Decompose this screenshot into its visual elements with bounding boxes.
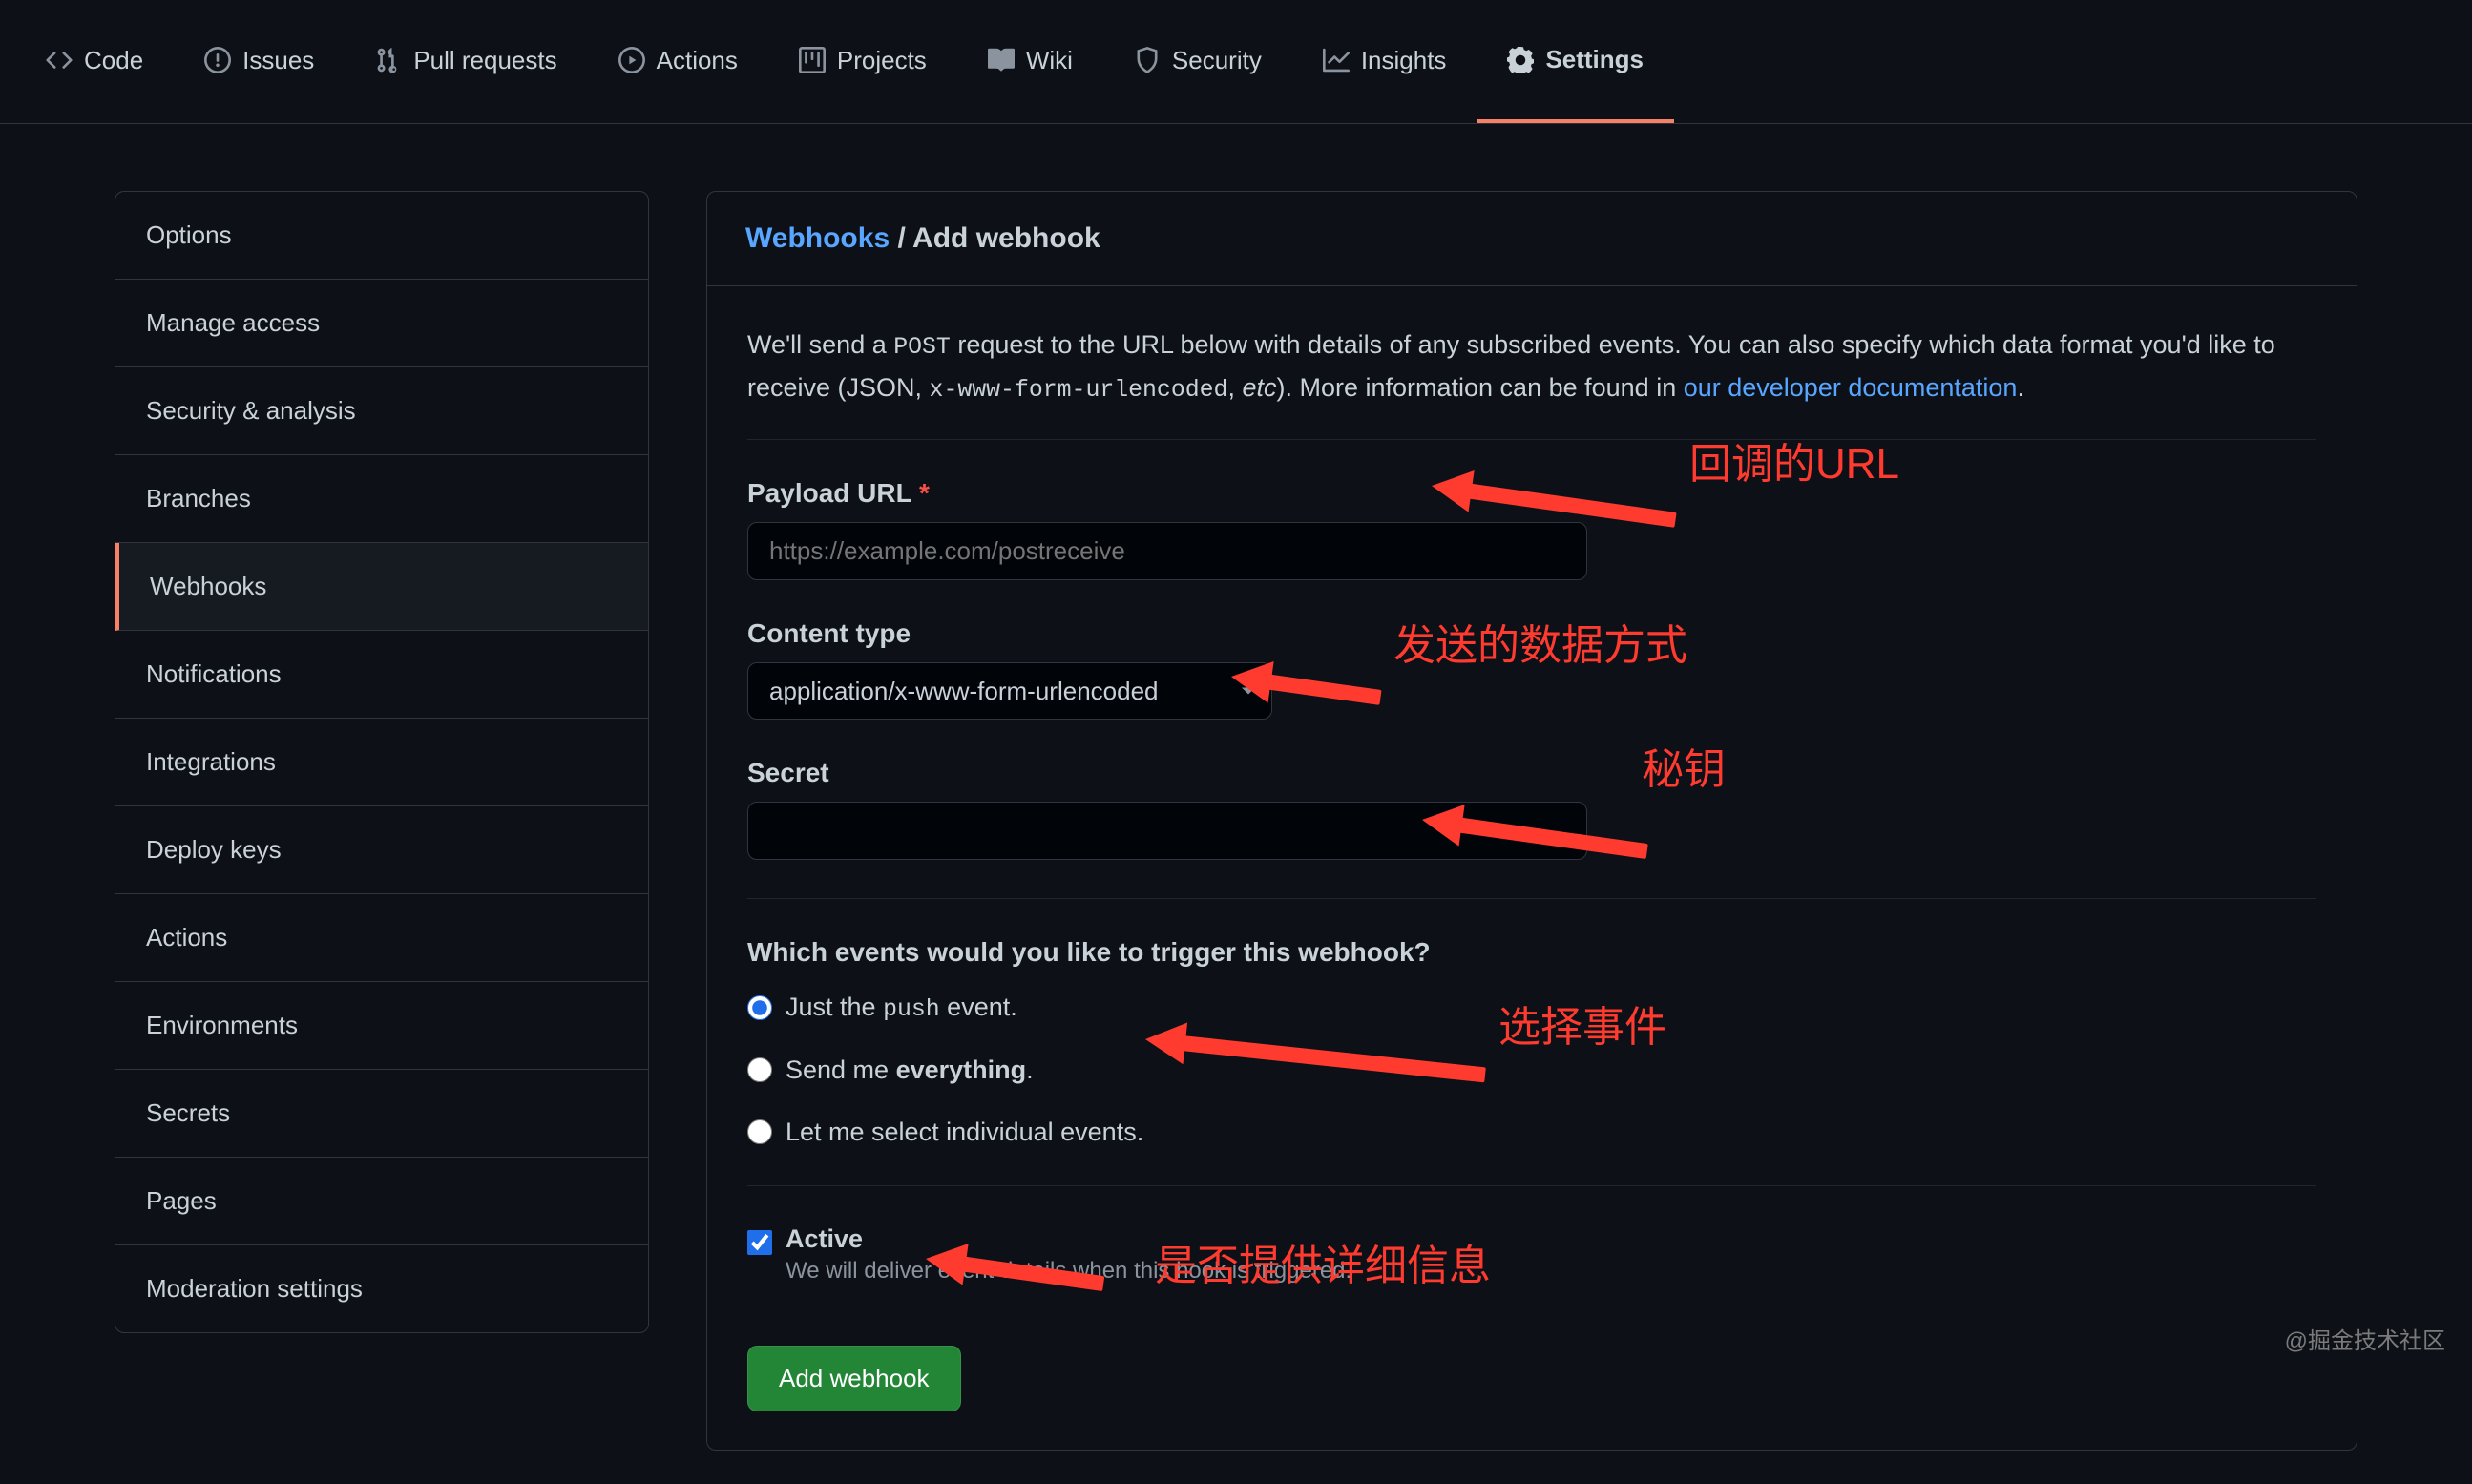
graph-icon	[1323, 47, 1350, 73]
breadcrumb: Webhooks / Add webhook	[707, 192, 2357, 286]
tab-projects-label: Projects	[837, 46, 927, 75]
tab-issues[interactable]: Issues	[174, 0, 345, 123]
active-label: Active	[786, 1224, 1351, 1254]
breadcrumb-sep: /	[890, 222, 912, 254]
sidebar-item-branches[interactable]: Branches	[115, 455, 648, 543]
book-icon	[988, 47, 1015, 73]
event-radio-everything[interactable]	[747, 1057, 772, 1082]
add-webhook-button[interactable]: Add webhook	[747, 1346, 961, 1411]
event-option-everything[interactable]: Send me everything.	[747, 1056, 2316, 1085]
sidebar-label: Secrets	[146, 1098, 230, 1127]
sidebar-label: Webhooks	[150, 572, 266, 600]
active-row[interactable]: Active We will deliver event details whe…	[747, 1224, 2316, 1285]
shield-icon	[1134, 47, 1161, 73]
sidebar-item-environments[interactable]: Environments	[115, 982, 648, 1070]
sidebar-label: Security & analysis	[146, 396, 356, 425]
tab-settings-label: Settings	[1545, 45, 1644, 74]
sidebar-item-integrations[interactable]: Integrations	[115, 719, 648, 806]
payload-url-group: Payload URL *	[747, 478, 2316, 580]
events-group: Which events would you like to trigger t…	[747, 937, 2316, 1147]
sidebar-label: Options	[146, 220, 232, 249]
tab-settings[interactable]: Settings	[1477, 0, 1674, 123]
sidebar-item-manage-access[interactable]: Manage access	[115, 280, 648, 367]
breadcrumb-root-link[interactable]: Webhooks	[745, 222, 890, 254]
tab-security[interactable]: Security	[1103, 0, 1292, 123]
sidebar-label: Moderation settings	[146, 1274, 363, 1303]
code-icon	[46, 47, 73, 73]
sidebar-item-security-analysis[interactable]: Security & analysis	[115, 367, 648, 455]
sidebar-item-pages[interactable]: Pages	[115, 1158, 648, 1245]
repo-nav: Code Issues Pull requests Actions Projec…	[0, 0, 2472, 124]
sidebar-item-actions[interactable]: Actions	[115, 894, 648, 982]
tab-pr-label: Pull requests	[413, 46, 556, 75]
active-note: We will deliver event details when this …	[786, 1258, 1351, 1285]
separator	[747, 1185, 2316, 1186]
payload-url-label: Payload URL *	[747, 478, 2316, 509]
play-icon	[618, 47, 645, 73]
sidebar-label: Pages	[146, 1186, 217, 1215]
event-label: Let me select individual events.	[786, 1118, 1143, 1147]
secret-group: Secret	[747, 758, 2316, 860]
event-radio-push[interactable]	[747, 995, 772, 1020]
event-option-select[interactable]: Let me select individual events.	[747, 1118, 2316, 1147]
breadcrumb-current: Add webhook	[912, 222, 1100, 254]
chevron-down-icon	[1242, 687, 1255, 694]
sidebar-label: Actions	[146, 923, 227, 951]
tab-security-label: Security	[1172, 46, 1262, 75]
events-heading: Which events would you like to trigger t…	[747, 937, 2316, 968]
sidebar-item-notifications[interactable]: Notifications	[115, 631, 648, 719]
sidebar-label: Notifications	[146, 659, 282, 688]
code-urlencoded: x-www-form-urlencoded	[930, 377, 1228, 404]
active-checkbox[interactable]	[747, 1230, 772, 1255]
code-post: POST	[893, 334, 951, 361]
separator	[747, 439, 2316, 440]
content-type-group: Content type application/x-www-form-urle…	[747, 618, 2316, 720]
content-type-select[interactable]: application/x-www-form-urlencoded	[747, 662, 1272, 720]
event-option-push[interactable]: Just the push event.	[747, 993, 2316, 1023]
secret-input[interactable]	[747, 802, 1587, 860]
tab-pull-requests[interactable]: Pull requests	[345, 0, 587, 123]
watermark: @掘金技术社区	[2285, 1322, 2445, 1355]
sidebar-label: Deploy keys	[146, 835, 282, 864]
event-label: Send me everything.	[786, 1056, 1034, 1085]
tab-insights[interactable]: Insights	[1292, 0, 1477, 123]
dev-docs-link[interactable]: our developer documentation	[1684, 373, 2018, 402]
sidebar-label: Manage access	[146, 308, 320, 337]
sidebar-item-options[interactable]: Options	[115, 192, 648, 280]
sidebar-item-secrets[interactable]: Secrets	[115, 1070, 648, 1158]
sidebar-item-webhooks[interactable]: Webhooks	[115, 543, 648, 631]
sidebar-label: Integrations	[146, 747, 276, 776]
tab-code[interactable]: Code	[15, 0, 174, 123]
tab-insights-label: Insights	[1361, 46, 1447, 75]
sidebar-label: Environments	[146, 1011, 298, 1039]
pr-icon	[375, 47, 402, 73]
sidebar-item-moderation[interactable]: Moderation settings	[115, 1245, 648, 1332]
project-icon	[799, 47, 826, 73]
tab-actions[interactable]: Actions	[588, 0, 768, 123]
main-panel: Webhooks / Add webhook We'll send a POST…	[706, 191, 2357, 1451]
content-type-label: Content type	[747, 618, 2316, 649]
sidebar-label: Branches	[146, 484, 251, 512]
event-radio-select[interactable]	[747, 1119, 772, 1144]
sidebar-item-deploy-keys[interactable]: Deploy keys	[115, 806, 648, 894]
issue-icon	[204, 47, 231, 73]
settings-sidebar: Options Manage access Security & analysi…	[115, 191, 649, 1333]
secret-label: Secret	[747, 758, 2316, 788]
tab-wiki[interactable]: Wiki	[957, 0, 1103, 123]
tab-actions-label: Actions	[657, 46, 738, 75]
tab-issues-label: Issues	[242, 46, 314, 75]
description: We'll send a POST request to the URL bel…	[747, 324, 2316, 410]
separator	[747, 898, 2316, 899]
tab-projects[interactable]: Projects	[768, 0, 957, 123]
gear-icon	[1507, 47, 1534, 73]
event-label: Just the push event.	[786, 993, 1017, 1023]
payload-url-input[interactable]	[747, 522, 1587, 580]
tab-wiki-label: Wiki	[1026, 46, 1073, 75]
tab-code-label: Code	[84, 46, 143, 75]
